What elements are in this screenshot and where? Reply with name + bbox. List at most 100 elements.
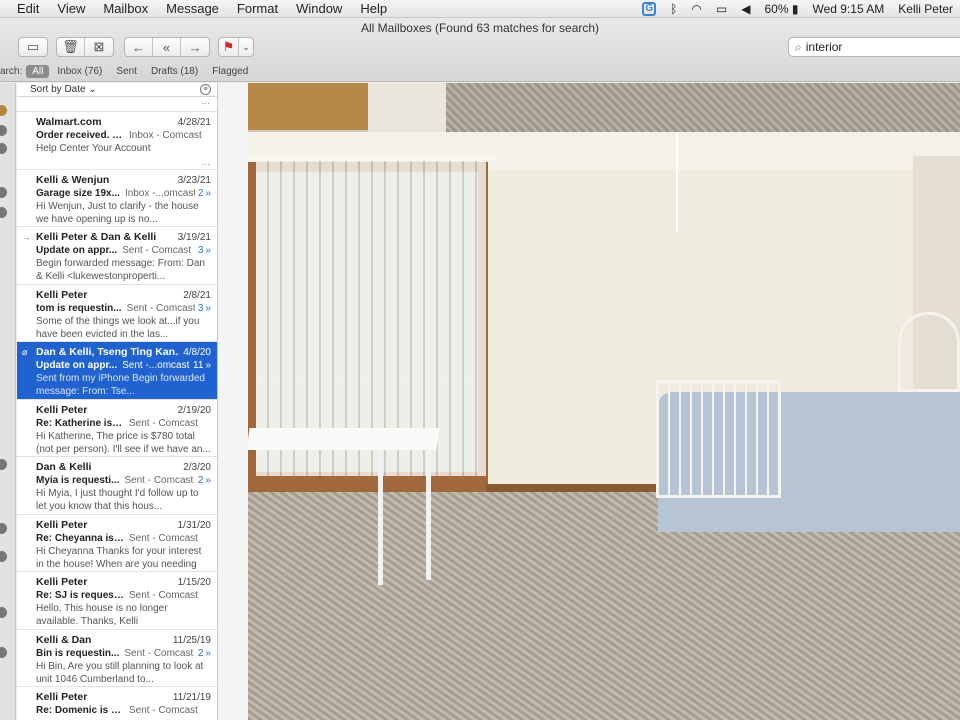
message-mailbox: Inbox -...omcast (124, 187, 195, 199)
menu-format[interactable]: Format (228, 0, 287, 18)
battery-status[interactable]: 60% ▮ (757, 0, 805, 18)
thread-chevron-icon[interactable]: » (205, 474, 211, 487)
scope-drafts[interactable]: Drafts (18) (145, 65, 204, 78)
message-mailbox: Sent - Comcast (129, 532, 198, 544)
message-item[interactable]: Walmart.com 4/28/21 Order received. Colo.… (17, 112, 217, 170)
message-preview: Hello, This house is no longer available… (36, 603, 168, 627)
message-item[interactable]: Kelli & Wenjun 3/23/21 Garage size 19x...… (17, 170, 217, 227)
message-date: 4/8/20 (183, 347, 211, 358)
thread-count: 11 (193, 360, 204, 371)
flag-menu-button[interactable]: ⌄ (239, 38, 253, 56)
junk-button[interactable]: ⊠ (85, 38, 113, 56)
archive-group: ▭ (18, 37, 48, 57)
delete-button[interactable]: 🗑 (57, 38, 85, 56)
menu-user[interactable]: Kelli Peter (891, 0, 960, 18)
message-item[interactable]: Kelli Peter 11/21/19 Re: Domenic is reque… (17, 687, 217, 720)
message-preview: Help Center Your Account (36, 143, 151, 154)
message-from: Kelli Peter (36, 518, 88, 531)
grammarly-icon[interactable]: G (635, 0, 663, 18)
battery-icon: ▮ (791, 1, 799, 16)
message-item-selected[interactable]: ⌀ Dan & Kelli, Tseng Ting Kan... 4/8/20 U… (17, 342, 217, 400)
reply-button[interactable]: ← (125, 38, 153, 56)
message-from: Kelli Peter (36, 576, 88, 588)
mailbox-icon (0, 207, 7, 218)
photo-cord (676, 132, 678, 232)
airplay-icon[interactable]: ▭ (709, 0, 734, 18)
mailbox-sidebar[interactable] (0, 83, 16, 720)
reply-group: ← « → (124, 37, 210, 57)
junk-icon: ⊠ (93, 39, 105, 54)
menu-view[interactable]: View (48, 0, 94, 18)
message-date: 2/19/20 (177, 404, 211, 416)
message-item[interactable]: Dan & Kelli 2/3/20 Myia is requesti... Sen… (17, 457, 217, 515)
attachment-icon: ⌀ (22, 347, 28, 357)
thread-chevron-icon[interactable]: » (205, 359, 211, 372)
message-subject: Update on appr... (36, 360, 118, 371)
menu-edit[interactable]: Edit (8, 0, 48, 18)
message-preview: Begin forwarded message: From: Dan & Kel… (36, 258, 205, 282)
thread-count: 3 (197, 245, 204, 256)
sort-by-date-button[interactable]: Sort by Date ⌄ (30, 84, 97, 95)
menu-help[interactable]: Help (351, 0, 396, 18)
menu-clock[interactable]: Wed 9:15 AM (805, 0, 891, 18)
flag-button[interactable]: ⚑ (219, 38, 239, 56)
scope-inbox[interactable]: Inbox (76) (51, 65, 108, 78)
thread-chevron-icon[interactable]: » (205, 647, 211, 660)
photo-bed-headboard (898, 312, 960, 392)
forward-icon: → (188, 39, 202, 55)
thread-count: 3 (197, 302, 204, 314)
mailbox-icon (0, 551, 7, 562)
message-mailbox: Inbox - Comcast (129, 130, 202, 141)
message-list[interactable]: Sort by Date ⌄ ≡ ... Walmart.com 4/28/21 … (17, 83, 217, 720)
photo-blind-rail (248, 156, 496, 161)
chevron-down-icon: ⌄ (88, 84, 97, 95)
menu-window[interactable]: Window (287, 0, 351, 18)
message-date: 1/15/20 (177, 577, 211, 588)
mailbox-icon (0, 143, 7, 154)
photo-table-leg (378, 450, 383, 585)
thread-chevron-icon[interactable]: » (205, 302, 211, 315)
search-field[interactable]: ⌕ (788, 37, 960, 57)
chevron-down-icon: ⌄ (242, 41, 250, 52)
message-preview: Hi Wenjun, Just to clarify - the house w… (36, 200, 199, 225)
message-date: 11/25/19 (172, 634, 211, 646)
message-item[interactable]: Kelli Peter 2/19/20 Re: Katherine is requ… (17, 400, 217, 457)
message-item[interactable]: Kelli Peter 1/15/20 Re: SJ is requesting … (17, 572, 217, 630)
pane-divider[interactable] (217, 83, 248, 720)
message-mailbox: Sent - Comcast (126, 302, 195, 314)
scope-flagged[interactable]: Flagged (206, 65, 254, 78)
thread-chevron-icon[interactable]: » (205, 187, 211, 200)
scope-sent[interactable]: Sent (110, 65, 143, 78)
mailbox-icon (0, 187, 7, 198)
message-subject: Order received. Colo... (36, 130, 124, 141)
search-input[interactable] (805, 40, 956, 54)
menu-message[interactable]: Message (157, 0, 228, 18)
reply-all-button[interactable]: « (153, 38, 181, 56)
thread-chevron-icon[interactable]: » (205, 244, 211, 257)
message-item[interactable]: Kelli & Dan 11/25/19 Bin is requestin... S… (17, 630, 217, 687)
forward-button[interactable]: → (181, 38, 209, 56)
message-from: Kelli & Wenjun (36, 173, 110, 186)
menu-mailbox[interactable]: Mailbox (94, 0, 157, 18)
window-title: All Mailboxes (Found 63 matches for sear… (360, 21, 600, 35)
archive-button[interactable]: ▭ (19, 38, 47, 56)
list-item-partial[interactable]: ... (17, 97, 217, 112)
message-preview: Some of the things we look at...if you h… (36, 315, 200, 340)
message-from: Kelli Peter (36, 403, 88, 416)
message-item[interactable]: Kelli Peter 2/8/21 tom is requestin... Sen… (17, 285, 217, 342)
wifi-icon[interactable]: ◠ (684, 0, 708, 18)
message-from: Kelli Peter (36, 288, 88, 301)
scope-all[interactable]: All (26, 64, 50, 78)
message-item[interactable]: Kelli Peter 1/31/20 Re: Cheyanna is requ.… (17, 515, 217, 572)
message-date: 4/28/21 (177, 117, 211, 128)
message-body-images[interactable] (248, 83, 960, 720)
bluetooth-icon[interactable]: ᛒ (663, 0, 684, 18)
message-preview: Sent from my iPhone Begin forwarded mess… (36, 373, 205, 397)
message-item[interactable]: → Kelli Peter & Dan & Kelli 3/19/21 Updat… (17, 227, 217, 285)
delete-group: 🗑 ⊠ (56, 37, 114, 57)
message-preview: Hi Bin, Are you still planning to look a… (36, 660, 204, 685)
filter-icon[interactable]: ≡ (200, 84, 211, 95)
flag-group: ⚑ ⌄ (218, 37, 254, 57)
battery-percent: 60% (764, 1, 789, 16)
volume-icon[interactable]: ◀ (734, 0, 757, 18)
